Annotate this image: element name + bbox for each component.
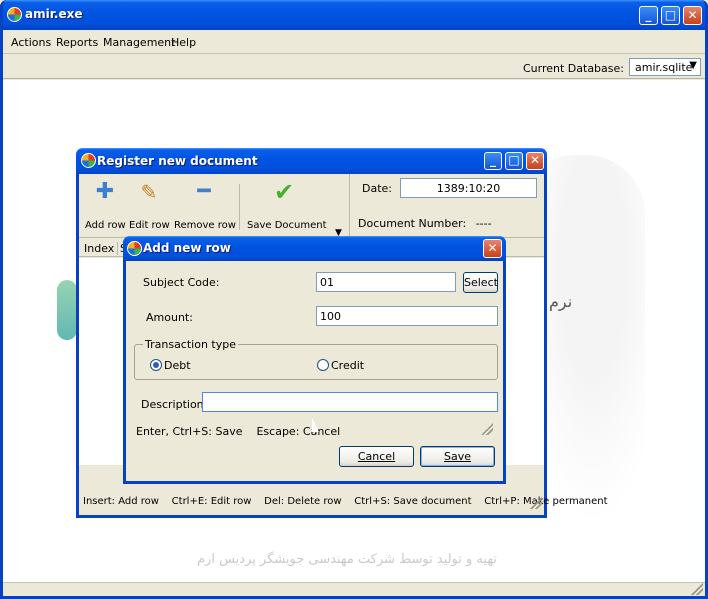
document-number-value: ---- [475, 217, 492, 230]
subject-code-input[interactable] [316, 272, 456, 292]
register-maximize-button[interactable]: □ [505, 152, 523, 170]
add-row-dialog: Add new row ✕ Subject Code: Select Amoun… [123, 236, 506, 484]
save-label: Save [443, 450, 471, 463]
register-shortcuts-hint: Insert: Add row Ctrl+E: Edit row Del: De… [83, 496, 608, 507]
minus-icon: ━ [197, 179, 211, 204]
column-index[interactable]: Index [84, 242, 114, 255]
brand-logo-accent [57, 280, 77, 340]
amount-input[interactable] [316, 306, 498, 326]
dialog-shortcuts-hint: Enter, Ctrl+S: Save Escape: Cancel [136, 425, 341, 438]
toolbar-separator [239, 184, 240, 230]
document-number: Document Number: ---- [358, 217, 492, 230]
maximize-button[interactable]: □ [661, 6, 680, 25]
checkmark-icon: ✔ [273, 178, 295, 206]
document-info-panel: Date: 1389:10:20 Document Number: ---- [349, 174, 544, 236]
save-button[interactable]: Save [420, 446, 495, 467]
register-close-button[interactable]: ✕ [526, 152, 544, 170]
document-number-label: Document Number: [358, 217, 467, 230]
register-titlebar[interactable]: Register new document _ □ ✕ [76, 148, 547, 174]
add-row-button[interactable]: ✚ Add row [85, 174, 126, 236]
dialog-resize-grip-icon[interactable] [481, 423, 493, 435]
description-input[interactable] [202, 392, 498, 412]
brand-credit-text: تهیه و تولید توسط شرکت مهندسی جویشگر پرد… [197, 552, 497, 567]
plus-icon: ✚ [95, 179, 115, 204]
chevron-down-icon: ▼ [689, 60, 697, 71]
dialog-titlebar[interactable]: Add new row ✕ [123, 236, 506, 261]
mouse-pointer-icon [312, 418, 319, 432]
radio-unselected-icon [317, 359, 329, 371]
subject-code-label: Subject Code: [143, 276, 220, 289]
remove-row-button[interactable]: ━ Remove row [174, 174, 236, 236]
brand-word: نرم [549, 292, 573, 311]
dialog-title: Add new row [143, 241, 231, 255]
transaction-type-label: Transaction type [143, 338, 238, 351]
menu-management[interactable]: Management [103, 36, 175, 49]
select-subject-button[interactable]: Select [463, 272, 498, 293]
description-label: Description: [141, 398, 208, 411]
debt-radio[interactable]: Debt [150, 359, 191, 372]
credit-label: Credit [331, 359, 365, 372]
cancel-button[interactable]: Cancel [339, 446, 414, 467]
close-button[interactable]: ✕ [683, 6, 702, 25]
debt-label: Debt [164, 359, 191, 372]
dialog-app-icon [127, 241, 142, 256]
database-select-value: amir.sqlite [635, 61, 693, 74]
date-label: Date: [362, 182, 392, 195]
minimize-button[interactable]: _ [639, 6, 658, 25]
menu-reports[interactable]: Reports [56, 36, 98, 49]
database-bar: Current Database: amir.sqlite ▼ [3, 55, 705, 79]
cancel-label: Cancel [357, 450, 396, 463]
register-title: Register new document [97, 154, 258, 168]
radio-selected-icon [150, 359, 162, 371]
main-status-bar [3, 582, 705, 596]
resize-grip-icon[interactable] [691, 583, 703, 595]
amount-label: Amount: [146, 311, 193, 324]
remove-row-label: Remove row [174, 220, 236, 231]
current-database-label: Current Database: [522, 62, 624, 75]
date-field[interactable]: 1389:10:20 [400, 178, 537, 198]
edit-pencil-icon: ✎ [140, 180, 158, 204]
register-minimize-button[interactable]: _ [484, 152, 502, 170]
menu-bar: Actions Reports Management Help [3, 30, 705, 54]
save-document-label: Save Document [247, 220, 327, 231]
save-document-button[interactable]: ✔ Save Document [247, 174, 327, 236]
edit-row-button[interactable]: ✎ Edit row [129, 174, 170, 236]
dialog-close-button[interactable]: ✕ [483, 239, 502, 258]
database-select[interactable]: amir.sqlite ▼ [629, 58, 701, 76]
menu-actions[interactable]: Actions [11, 36, 51, 49]
register-resize-grip-icon[interactable] [530, 497, 542, 509]
credit-radio[interactable]: Credit [317, 359, 364, 372]
register-toolbar: ✚ Add row ✎ Edit row ━ Remove row ✔ Save… [79, 174, 349, 238]
main-titlebar[interactable]: amir.exe _ □ ✕ [0, 0, 708, 30]
register-app-icon [81, 153, 96, 168]
menu-help[interactable]: Help [171, 36, 196, 49]
add-row-label: Add row [85, 220, 126, 231]
edit-row-label: Edit row [129, 220, 170, 231]
app-icon [7, 7, 22, 22]
window-title: amir.exe [25, 7, 83, 21]
transaction-type-group: Transaction type Debt Credit [134, 338, 498, 380]
